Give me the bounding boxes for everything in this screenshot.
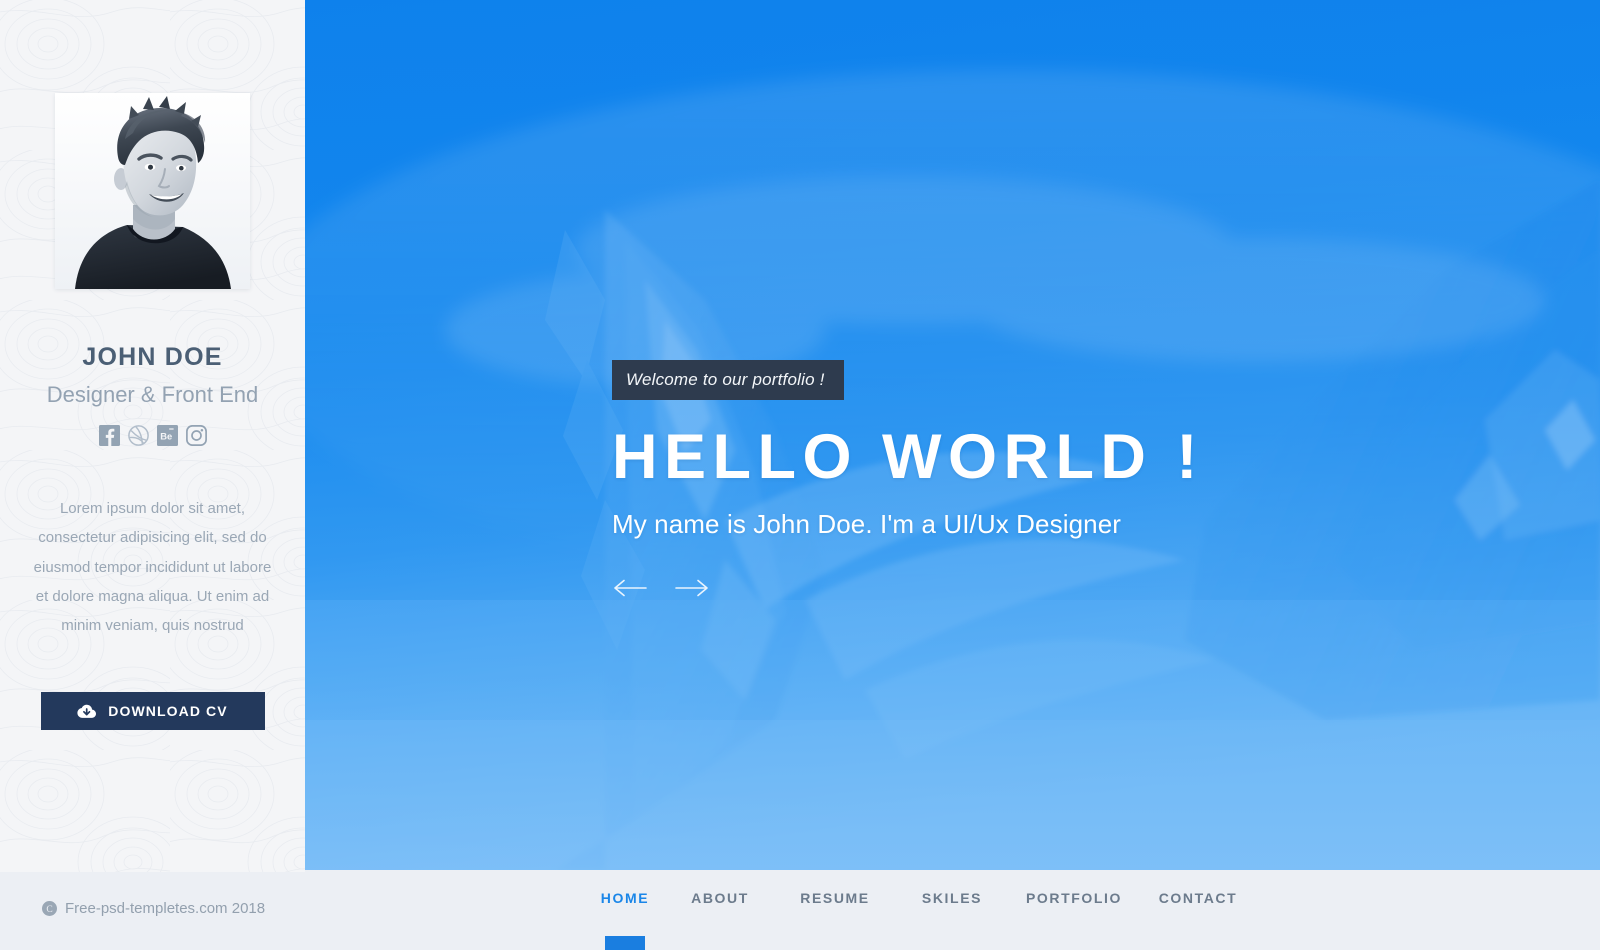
svg-text:Be: Be [160,430,172,441]
nav-label-contact: CONTACT [1158,890,1238,906]
hero-banner: Welcome to our portfolio ! HELLO WORLD !… [305,0,1600,870]
main-navigation: HOME ABOUT RESUME SKILES PORTFOLIO CONTA… [586,870,1258,950]
nav-item-portfolio[interactable]: PORTFOLIO [1010,870,1138,950]
cloud-download-icon [77,704,97,719]
nav-item-home[interactable]: HOME [586,870,664,950]
nav-item-about[interactable]: ABOUT [664,870,776,950]
nav-item-skiles[interactable]: SKILES [894,870,1010,950]
slider-prev-button[interactable] [612,575,648,601]
facebook-icon[interactable] [98,425,120,446]
nav-label-about: ABOUT [691,890,749,906]
portfolio-landing-page: JOHN DOE Designer & Front End Be Lorem i… [0,0,1600,950]
hero-content: Welcome to our portfolio ! HELLO WORLD !… [612,360,1412,601]
active-nav-indicator [605,936,645,950]
bio-text: Lorem ipsum dolor sit amet, consectetur … [33,500,272,635]
role-subtitle: Designer & Front End [46,382,259,407]
instagram-icon[interactable] [185,425,207,446]
slider-controls [612,575,1412,601]
slider-next-button[interactable] [674,575,710,601]
download-cv-button[interactable]: DOWNLOAD CV [40,692,265,731]
nav-item-resume[interactable]: RESUME [776,870,894,950]
arrow-right-icon [675,579,709,597]
hero-title: HELLO WORLD ! [612,422,1204,492]
svg-text:C: C [46,905,52,915]
nav-label-skiles: SKILES [921,890,983,906]
hero-subtitle: My name is John Doe. I'm a UI/Ux Designe… [612,509,1122,540]
dribbble-icon[interactable] [127,425,149,446]
sidebar: JOHN DOE Designer & Front End Be Lorem i… [0,0,305,872]
footer: C Free-psd-templetes.com 2018 HOME ABOUT… [0,870,1600,950]
copyright-text: Free-psd-templetes.com 2018 [65,900,266,917]
arrow-left-icon [613,579,647,597]
nav-label-home: HOME [600,890,650,906]
nav-label-portfolio: PORTFOLIO [1025,890,1123,906]
download-cv-label: DOWNLOAD CV [108,703,228,720]
avatar [55,93,250,289]
copyright: C Free-psd-templetes.com 2018 [42,900,265,917]
copyright-icon: C [42,901,57,916]
social-links: Be [98,425,207,446]
behance-icon[interactable]: Be [156,425,178,446]
page-title: JOHN DOE [82,343,223,371]
welcome-badge: Welcome to our portfolio ! [612,360,844,400]
nav-label-resume: RESUME [800,890,870,906]
nav-item-contact[interactable]: CONTACT [1138,870,1258,950]
